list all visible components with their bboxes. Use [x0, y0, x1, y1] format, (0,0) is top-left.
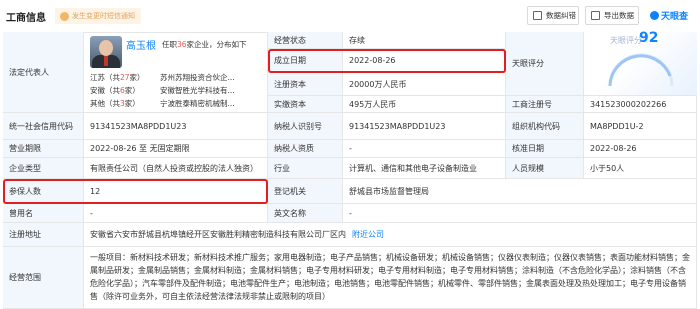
paid-capital-label: 实缴资本	[268, 96, 343, 113]
company-type-label: 企业类型	[3, 158, 84, 179]
english-name-label: 英文名称	[268, 204, 343, 223]
legal-rep-label: 法定代表人	[3, 32, 84, 113]
authority-value: 舒城县市场监督管理局	[343, 179, 697, 204]
est-date-value: 2022-08-26	[343, 49, 506, 73]
approval-date-label: 核准日期	[506, 140, 584, 158]
logo-icon	[650, 11, 659, 20]
section-header: 工商信息 发生变更时短信通知 数据纠错 导出数据 天眼查	[0, 0, 700, 32]
industry-label: 行业	[268, 158, 343, 179]
bell-icon	[60, 11, 69, 21]
address-value-cell: 安徽省六安市舒城县杭埠镇经开区安徽胜利精密制造科技有限公司厂区内 附近公司	[84, 223, 697, 247]
reg-no-label: 工商注册号	[506, 96, 584, 113]
former-name-value: -	[84, 204, 268, 223]
insured-count-value: 12	[84, 179, 268, 204]
status-value: 存续	[343, 32, 506, 49]
staff-size-value: 小于50人	[584, 158, 697, 179]
staff-size-label: 人员规模	[506, 158, 584, 179]
status-label: 经营状态	[268, 32, 343, 49]
region-row: 江苏（共27家）	[90, 73, 145, 82]
address-value: 安徽省六安市舒城县杭埠镇经开区安徽胜利精密制造科技有限公司厂区内	[90, 230, 346, 239]
export-icon	[591, 11, 600, 20]
taxpayer-id-value: 91341523MA8PDD1U23	[343, 113, 506, 140]
paid-capital-value: 495万人民币	[343, 96, 506, 113]
tianyancha-logo: 天眼查	[650, 9, 688, 22]
change-notify-button[interactable]: 发生变更时短信通知	[55, 8, 141, 24]
taxpayer-qual-label: 纳税人资质	[268, 140, 343, 158]
taxpayer-qual-value: -	[343, 140, 506, 158]
term-label: 营业期限	[3, 140, 84, 158]
credit-code-label: 统一社会信用代码	[3, 113, 84, 140]
change-notify-label: 发生变更时短信通知	[72, 12, 135, 20]
term-value: 2022-08-26 至 无固定期限	[84, 140, 268, 158]
section-title: 工商信息	[6, 13, 46, 24]
credit-code-value: 91341523MA8PDD1U23	[84, 113, 268, 140]
avatar[interactable]	[90, 36, 122, 68]
reg-capital-value: 20000万人民币	[343, 73, 506, 96]
report-icon	[533, 11, 542, 20]
est-date-label: 成立日期	[268, 49, 343, 73]
legal-rep-summary: 任职36家企业，分布如下	[162, 40, 247, 49]
legal-rep-card: 高玉根 任职36家企业，分布如下 江苏（共27家） 苏州苏翔投资合伙企... 安…	[84, 32, 268, 113]
reg-no-value: 341523000202266	[584, 96, 697, 113]
taxpayer-id-label: 纳税人识别号	[268, 113, 343, 140]
region-row: 安徽（共6家）	[90, 86, 140, 95]
score-value: 92	[639, 30, 659, 46]
company-type-value: 有限责任公司（自然人投资或控股的法人独资）	[84, 158, 268, 179]
business-scope-value: 一般项目：新材料技术研发；新材料技术推广服务；家用电器制造；电子产品销售；机械设…	[84, 247, 697, 309]
score-label-cell: 天眼评分	[506, 32, 584, 96]
approval-date-value: 2022-08-26	[584, 140, 697, 158]
score-widget[interactable]: 天眼评分 92	[584, 30, 697, 96]
address-label: 注册地址	[3, 223, 84, 247]
report-error-button[interactable]: 数据纠错	[527, 6, 579, 25]
score-gauge-icon	[608, 53, 674, 87]
score-title: 天眼评分	[610, 36, 642, 45]
business-scope-label: 经营范围	[3, 247, 84, 309]
legal-rep-name[interactable]: 高玉根	[126, 37, 156, 52]
english-name-value: -	[343, 204, 697, 223]
nearby-companies-link[interactable]: 附近公司	[352, 229, 384, 240]
org-code-value: MA8PDD1U-2	[584, 113, 697, 140]
region-company-link[interactable]: 宁波胜泰精密机械制...	[160, 98, 264, 109]
region-row: 其他（共3家）	[90, 99, 140, 108]
export-data-button[interactable]: 导出数据	[585, 6, 639, 25]
region-company-link[interactable]: 安徽智胜光学科技有...	[160, 85, 264, 96]
industry-value: 计算机、通信和其他电子设备制造业	[343, 158, 506, 179]
reg-capital-label: 注册资本	[268, 73, 343, 96]
authority-label: 登记机关	[268, 179, 343, 204]
insured-count-label: 参保人数	[3, 179, 84, 204]
region-company-link[interactable]: 苏州苏翔投资合伙企...	[160, 72, 264, 83]
org-code-label: 组织机构代码	[506, 113, 584, 140]
former-name-label: 曾用名	[3, 204, 84, 223]
